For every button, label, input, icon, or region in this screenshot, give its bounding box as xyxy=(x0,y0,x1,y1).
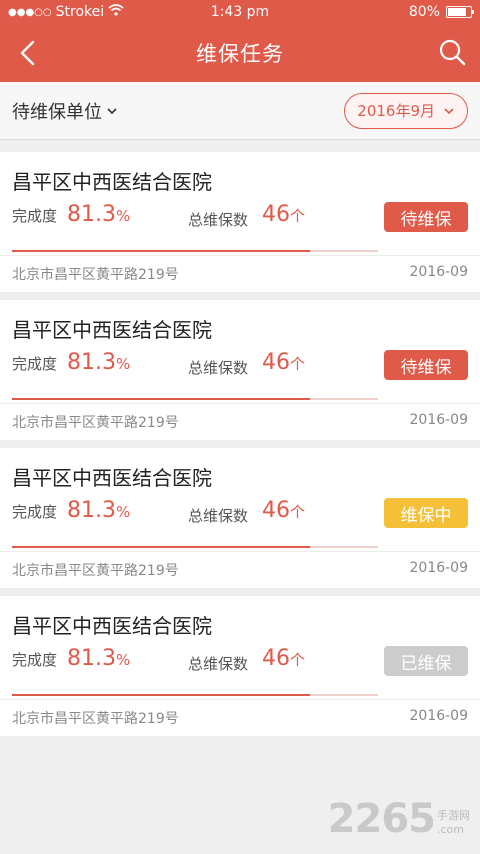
task-date: 2016-09 xyxy=(409,560,469,576)
completion-label: 完成度 xyxy=(12,207,58,225)
nav-bar: 维保任务 xyxy=(0,24,480,82)
progress-fill xyxy=(12,546,310,548)
task-date: 2016-09 xyxy=(409,412,469,428)
task-address: 北京市昌平区黄平路219号 xyxy=(12,267,179,283)
task-name: 昌平区中西医结合医院 xyxy=(12,466,212,490)
count-unit: 个 xyxy=(290,503,306,521)
status-badge[interactable]: 维保中 xyxy=(384,498,468,528)
completion-unit: % xyxy=(116,207,131,225)
count-label: 总维保数 xyxy=(188,507,249,525)
completion-value: 81.3 xyxy=(67,350,116,375)
task-stats: 完成度 81.3% 总维保数 46个 维保中 xyxy=(12,498,468,528)
completion-label: 完成度 xyxy=(12,503,58,521)
count-value: 46个 xyxy=(262,498,305,523)
watermark-logo: 2265 手游网 .com xyxy=(328,796,470,842)
progress-bar xyxy=(12,250,378,252)
watermark-domain: .com xyxy=(437,823,464,836)
page-title: 维保任务 xyxy=(196,42,284,66)
task-stats: 完成度 81.3% 总维保数 46个 待维保 xyxy=(12,350,468,380)
completion-unit: % xyxy=(116,355,131,373)
chevron-down-icon xyxy=(107,107,117,114)
task-name: 昌平区中西医结合医院 xyxy=(12,170,212,194)
progress-fill xyxy=(12,694,310,696)
category-dropdown[interactable]: 待维保单位 xyxy=(12,98,118,124)
count-number: 46 xyxy=(262,350,290,375)
completion-label: 完成度 xyxy=(12,355,58,373)
completion-value: 81.3 xyxy=(67,646,116,671)
count-unit: 个 xyxy=(290,355,306,373)
task-address: 北京市昌平区黄平路219号 xyxy=(12,415,179,431)
completion-unit: % xyxy=(116,503,131,521)
count-label: 总维保数 xyxy=(188,211,249,229)
completion-label: 完成度 xyxy=(12,651,58,669)
chevron-left-icon xyxy=(20,40,35,66)
search-button[interactable] xyxy=(434,34,470,70)
task-stats: 完成度 81.3% 总维保数 46个 已维保 xyxy=(12,646,468,676)
month-label: 2016年9月 xyxy=(357,102,435,120)
task-stats: 完成度 81.3% 总维保数 46个 待维保 xyxy=(12,202,468,232)
task-card[interactable]: 昌平区中西医结合医院 完成度 81.3% 总维保数 46个 待维保 北京市昌平区… xyxy=(0,300,480,440)
count-value: 46个 xyxy=(262,202,305,227)
progress-fill xyxy=(12,250,310,252)
category-label: 待维保单位 xyxy=(12,101,102,123)
search-icon xyxy=(439,39,466,66)
watermark-cn: 手游网 xyxy=(437,809,470,822)
completion-value: 81.3 xyxy=(67,498,116,523)
status-badge[interactable]: 待维保 xyxy=(384,350,468,380)
progress-fill xyxy=(12,398,310,400)
progress-bar xyxy=(12,398,378,400)
status-badge[interactable]: 待维保 xyxy=(384,202,468,232)
progress-bar xyxy=(12,546,378,548)
divider xyxy=(0,699,480,700)
status-bar: ●●●○○ Strokei 1:43 pm 80% xyxy=(0,0,480,24)
count-unit: 个 xyxy=(290,651,306,669)
task-name: 昌平区中西医结合医院 xyxy=(12,318,212,342)
divider xyxy=(0,551,480,552)
status-badge[interactable]: 已维保 xyxy=(384,646,468,676)
completion-unit: % xyxy=(116,651,131,669)
completion-value: 81.3 xyxy=(67,202,116,227)
task-card[interactable]: 昌平区中西医结合医院 完成度 81.3% 总维保数 46个 待维保 北京市昌平区… xyxy=(0,152,480,292)
task-name: 昌平区中西医结合医院 xyxy=(12,614,212,638)
watermark-number: 2265 xyxy=(327,796,436,842)
status-time: 1:43 pm xyxy=(210,4,270,20)
battery-icon xyxy=(446,6,474,18)
task-card[interactable]: 昌平区中西医结合医院 完成度 81.3% 总维保数 46个 已维保 北京市昌平区… xyxy=(0,596,480,736)
count-label: 总维保数 xyxy=(188,359,249,377)
task-date: 2016-09 xyxy=(409,708,469,724)
month-picker[interactable]: 2016年9月 xyxy=(344,92,468,129)
app-header: ●●●○○ Strokei 1:43 pm 80% 维保任务 xyxy=(0,0,480,82)
task-address: 北京市昌平区黄平路219号 xyxy=(12,563,179,579)
count-value: 46个 xyxy=(262,646,305,671)
task-date: 2016-09 xyxy=(409,264,469,280)
filter-bar: 待维保单位 2016年9月 xyxy=(0,82,480,140)
count-label: 总维保数 xyxy=(188,655,249,673)
divider xyxy=(0,403,480,404)
count-number: 46 xyxy=(262,646,290,671)
count-number: 46 xyxy=(262,202,290,227)
count-unit: 个 xyxy=(290,207,306,225)
watermark-text: 手游网 .com xyxy=(437,807,470,836)
count-number: 46 xyxy=(262,498,290,523)
count-value: 46个 xyxy=(262,350,305,375)
divider xyxy=(0,255,480,256)
back-button[interactable] xyxy=(10,36,44,70)
task-address: 北京市昌平区黄平路219号 xyxy=(12,711,179,727)
chevron-down-icon xyxy=(444,107,454,114)
progress-bar xyxy=(12,694,378,696)
task-card[interactable]: 昌平区中西医结合医院 完成度 81.3% 总维保数 46个 维保中 北京市昌平区… xyxy=(0,448,480,588)
